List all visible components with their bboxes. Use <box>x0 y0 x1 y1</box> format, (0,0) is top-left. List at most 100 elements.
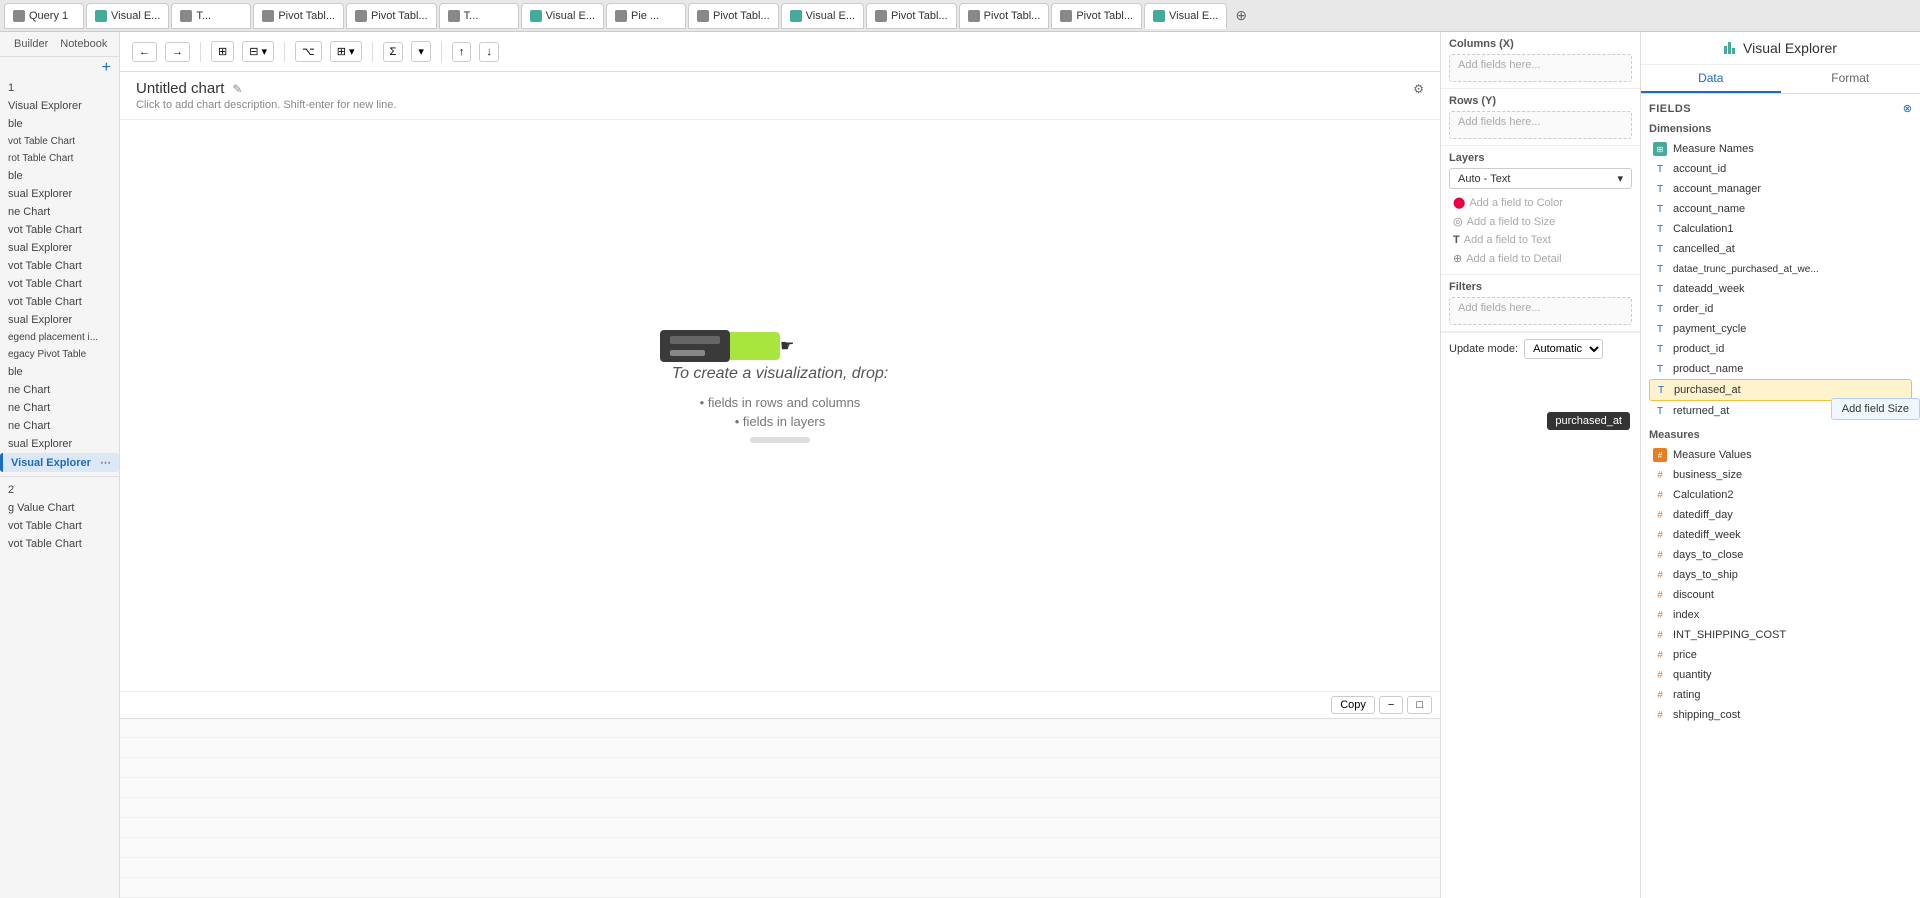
field-measure-names[interactable]: ⊞ Measure Names <box>1649 139 1912 159</box>
field-index[interactable]: # index <box>1649 605 1912 625</box>
field-datediff-week[interactable]: # datediff_week <box>1649 525 1912 545</box>
field-cancelled-at[interactable]: T cancelled_at <box>1649 239 1912 259</box>
zoom-out-button[interactable]: − <box>1379 696 1403 714</box>
sidebar-item-ne-chart-2[interactable]: ne Chart <box>0 381 119 399</box>
group-button[interactable]: ⊞ ▾ <box>330 41 362 62</box>
tab-visual4[interactable]: Visual E... <box>1144 3 1227 29</box>
notebook-button[interactable]: Notebook <box>54 36 113 52</box>
sidebar-item-visual-explorer-1[interactable]: Visual Explorer <box>0 97 119 115</box>
field-discount[interactable]: # discount <box>1649 585 1912 605</box>
view-toggle-button[interactable]: ⊞ <box>211 41 234 62</box>
sidebar-item-ble-1[interactable]: ble <box>0 115 119 133</box>
filters-drop-zone[interactable]: Add fields here... <box>1449 297 1632 325</box>
tab-data[interactable]: Data <box>1641 65 1781 93</box>
field-product-name[interactable]: T product_name <box>1649 359 1912 379</box>
update-mode-select[interactable]: Automatic <box>1524 339 1603 359</box>
field-account-manager[interactable]: T account_manager <box>1649 179 1912 199</box>
tab-pivot2[interactable]: Pivot Tabl... <box>346 3 437 29</box>
field-order-id[interactable]: T order_id <box>1649 299 1912 319</box>
layer-type-selector[interactable]: Auto - Text ▾ <box>1449 168 1632 189</box>
tab-pivot1[interactable]: Pivot Tabl... <box>253 3 344 29</box>
sum-dropdown-button[interactable]: ▾ <box>411 41 431 62</box>
field-days-to-close[interactable]: # days_to_close <box>1649 545 1912 565</box>
field-business-size[interactable]: # business_size <box>1649 465 1912 485</box>
chart-edit-icon[interactable]: ✎ <box>232 82 242 96</box>
sidebar-item-vot-table-2[interactable]: vot Table Chart <box>0 257 119 275</box>
sidebar-item-visual-explorer-active[interactable]: Visual Explorer ⋯ <box>0 453 119 472</box>
sidebar-item-sual-explorer-4[interactable]: sual Explorer <box>0 435 119 453</box>
sidebar-item-2[interactable]: 2 <box>0 481 119 499</box>
sidebar-item-g-value-chart[interactable]: g Value Chart <box>0 499 119 517</box>
tab-visual2[interactable]: Visual E... <box>521 3 604 29</box>
field-rating[interactable]: # rating <box>1649 685 1912 705</box>
tab-pivot5[interactable]: Pivot Tabl... <box>959 3 1050 29</box>
settings-icon[interactable]: ⚙ <box>1413 82 1424 96</box>
builder-button[interactable]: Builder <box>8 36 54 52</box>
field-payment-cycle[interactable]: T payment_cycle <box>1649 319 1912 339</box>
branch-button[interactable]: ⌥ <box>295 41 322 62</box>
sum-button[interactable]: Σ <box>383 42 404 62</box>
sort-asc-button[interactable]: ↑ <box>452 42 472 62</box>
sort-desc-button[interactable]: ↓ <box>479 42 499 62</box>
sidebar-item-sual-explorer-1[interactable]: sual Explorer <box>0 185 119 203</box>
field-price[interactable]: # price <box>1649 645 1912 665</box>
tab-pivot6[interactable]: Pivot Tabl... <box>1051 3 1142 29</box>
sidebar-item-ne-chart-3[interactable]: ne Chart <box>0 399 119 417</box>
sidebar-item-rot-table[interactable]: rot Table Chart <box>0 150 119 167</box>
sidebar-item-vot-table-3[interactable]: vot Table Chart <box>0 275 119 293</box>
text-field-row[interactable]: T Add a field to Text <box>1449 231 1632 249</box>
field-shipping-cost[interactable]: # shipping_cost <box>1649 705 1912 725</box>
sidebar-item-vot-table-5[interactable]: vot Table Chart <box>0 517 119 535</box>
sidebar-item-ne-chart-1[interactable]: ne Chart <box>0 203 119 221</box>
field-quantity[interactable]: # quantity <box>1649 665 1912 685</box>
field-dateadd-week[interactable]: T dateadd_week <box>1649 279 1912 299</box>
zoom-in-button[interactable]: □ <box>1407 696 1432 714</box>
field-datae-trunc[interactable]: T datae_trunc_purchased_at_we... <box>1649 259 1912 279</box>
sidebar-item-sual-explorer-2[interactable]: sual Explorer <box>0 239 119 257</box>
sidebar-item-options-icon[interactable]: ⋯ <box>100 456 111 469</box>
tab-visual3[interactable]: Visual E... <box>781 3 864 29</box>
sidebar-item-ble-3[interactable]: ble <box>0 363 119 381</box>
tab-t2[interactable]: T... <box>439 3 519 29</box>
field-product-id[interactable]: T product_id <box>1649 339 1912 359</box>
chart-canvas[interactable]: ☛ To create a visualization, drop: • fie… <box>120 120 1440 691</box>
field-account-name[interactable]: T account_name <box>1649 199 1912 219</box>
tab-visual1[interactable]: Visual E... <box>86 3 169 29</box>
tab-format[interactable]: Format <box>1781 65 1920 93</box>
fields-panel: Visual Explorer Data Format FIELDS ⊗ Dim… <box>1640 32 1920 898</box>
columns-drop-zone[interactable]: Add fields here... <box>1449 54 1632 82</box>
sidebar-add-button[interactable]: + <box>102 59 111 76</box>
sidebar-item-sual-explorer-3[interactable]: sual Explorer <box>0 311 119 329</box>
sidebar-item-vot-table-6[interactable]: vot Table Chart <box>0 535 119 553</box>
detail-field-row[interactable]: ⊕ Add a field to Detail <box>1449 249 1632 268</box>
tab-query1[interactable]: Query 1 <box>4 3 84 29</box>
sidebar-item-legend[interactable]: egend placement i... <box>0 329 119 346</box>
field-calculation2[interactable]: # Calculation2 <box>1649 485 1912 505</box>
tab-pivot4[interactable]: Pivot Tabl... <box>866 3 957 29</box>
field-measure-values[interactable]: # Measure Values <box>1649 445 1912 465</box>
field-calculation1[interactable]: T Calculation1 <box>1649 219 1912 239</box>
tab-pie[interactable]: Pie ... <box>606 3 686 29</box>
forward-button[interactable]: → <box>165 42 190 62</box>
tab-add-button[interactable]: ⊕ <box>1229 7 1253 24</box>
back-button[interactable]: ← <box>132 42 157 62</box>
sidebar-item-ble-2[interactable]: ble <box>0 167 119 185</box>
tab-pivot3[interactable]: Pivot Tabl... <box>688 3 779 29</box>
sidebar-item-legacy-pivot[interactable]: egacy Pivot Table <box>0 346 119 363</box>
layout-button[interactable]: ⊟ ▾ <box>242 41 274 62</box>
color-field-row[interactable]: ⬤ Add a field to Color <box>1449 193 1632 212</box>
copy-button[interactable]: Copy <box>1331 696 1375 714</box>
rows-drop-zone[interactable]: Add fields here... <box>1449 111 1632 139</box>
fields-search-icon[interactable]: ⊗ <box>1903 102 1912 115</box>
field-datediff-day[interactable]: # datediff_day <box>1649 505 1912 525</box>
sidebar-item-vot-table-4[interactable]: vot Table Chart <box>0 293 119 311</box>
sidebar-item-ne-chart-4[interactable]: ne Chart <box>0 417 119 435</box>
field-int-shipping-cost[interactable]: # INT_SHIPPING_COST <box>1649 625 1912 645</box>
sidebar-item-jot-table[interactable]: vot Table Chart <box>0 133 119 150</box>
sidebar-item-1[interactable]: 1 <box>0 79 119 97</box>
tab-t1[interactable]: T... <box>171 3 251 29</box>
size-field-row[interactable]: ◎ Add a field to Size <box>1449 212 1632 231</box>
sidebar-item-vot-table-1[interactable]: vot Table Chart <box>0 221 119 239</box>
field-account-id[interactable]: T account_id <box>1649 159 1912 179</box>
field-days-to-ship[interactable]: # days_to_ship <box>1649 565 1912 585</box>
